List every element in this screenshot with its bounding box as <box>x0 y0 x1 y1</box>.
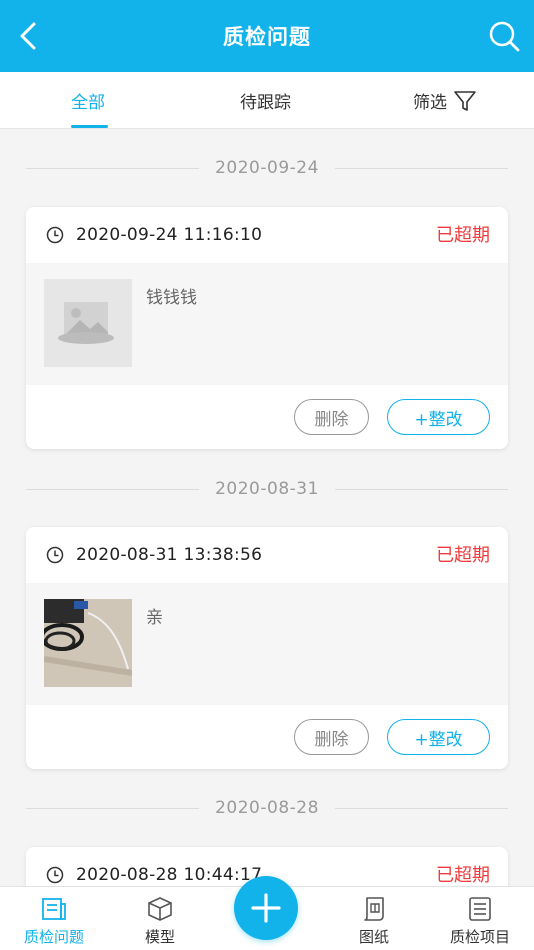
checklist-icon <box>469 897 491 921</box>
rectify-button[interactable]: +整改 <box>387 719 490 755</box>
issue-time: 2020-08-28 10:44:17 <box>76 865 263 885</box>
date-separator: 2020-08-31 <box>26 477 509 501</box>
add-issue-button[interactable] <box>234 876 298 940</box>
issue-time: 2020-08-31 13:38:56 <box>76 545 263 565</box>
clock-icon <box>46 546 64 564</box>
divider <box>26 167 200 169</box>
chevron-left-icon[interactable] <box>14 18 44 54</box>
nav-label: 质检问题 <box>23 928 84 946</box>
issue-description: 钱钱钱 <box>146 288 197 308</box>
nav-item-quality-projects[interactable]: 质检项目 <box>430 887 530 950</box>
issue-time: 2020-09-24 11:16:10 <box>76 225 263 245</box>
drawing-scroll-icon <box>364 897 384 921</box>
issue-card[interactable]: 2020-08-31 13:38:56 已超期 亲 删除 +整改 <box>26 527 508 769</box>
clock-icon <box>46 226 64 244</box>
nav-label: 模型 <box>144 928 175 946</box>
active-tab-indicator <box>71 125 108 128</box>
nav-item-model[interactable]: 模型 <box>110 887 210 950</box>
photo-cables <box>44 599 132 687</box>
app-header: 质检问题 <box>0 0 534 72</box>
nav-label: 图纸 <box>358 928 389 946</box>
divider <box>26 488 200 490</box>
status-badge: 已超期 <box>436 225 490 246</box>
group-date: 2020-08-28 <box>215 798 319 818</box>
search-icon[interactable] <box>486 18 522 54</box>
date-separator: 2020-09-24 <box>26 156 509 180</box>
delete-button[interactable]: 删除 <box>294 399 369 435</box>
tab-filter-label: 筛选 <box>413 93 447 113</box>
status-badge: 已超期 <box>436 865 490 886</box>
card-body: 钱钱钱 <box>26 263 508 385</box>
group-date: 2020-08-31 <box>215 479 319 499</box>
issue-card[interactable]: 2020-09-24 11:16:10 已超期 钱钱钱 删除 +整改 <box>26 207 508 449</box>
plus-icon <box>251 893 281 923</box>
issue-photo[interactable] <box>44 599 132 687</box>
image-placeholder-icon[interactable] <box>44 279 132 367</box>
card-actions: 删除 +整改 <box>26 705 508 769</box>
tab-pending[interactable]: 待跟踪 <box>240 72 291 129</box>
group-date: 2020-09-24 <box>215 158 319 178</box>
card-body: 亲 <box>26 583 508 705</box>
divider <box>334 807 509 809</box>
date-separator: 2020-08-28 <box>26 796 509 820</box>
tab-bar: 全部 待跟踪 筛选 <box>0 72 534 129</box>
card-header: 2020-08-31 13:38:56 已超期 <box>26 527 508 583</box>
divider <box>26 807 200 809</box>
page-title: 质检问题 <box>223 25 311 49</box>
cube-icon <box>148 897 172 921</box>
tab-all[interactable]: 全部 <box>71 72 105 129</box>
issue-description: 亲 <box>146 608 163 628</box>
tab-pending-label: 待跟踪 <box>240 93 291 113</box>
divider <box>334 488 509 490</box>
status-badge: 已超期 <box>436 545 490 566</box>
divider <box>334 167 509 169</box>
clock-icon <box>46 866 64 884</box>
rectify-button[interactable]: +整改 <box>387 399 490 435</box>
tab-all-label: 全部 <box>71 93 105 113</box>
card-actions: 删除 +整改 <box>26 385 508 449</box>
nav-item-quality-issues[interactable]: 质检问题 <box>4 887 104 950</box>
document-list-icon <box>42 898 66 920</box>
image-placeholder-icon <box>58 302 114 344</box>
card-header: 2020-09-24 11:16:10 已超期 <box>26 207 508 263</box>
nav-label: 质检项目 <box>449 928 510 946</box>
filter-icon <box>454 90 476 111</box>
tab-filter[interactable]: 筛选 <box>413 72 477 129</box>
delete-button[interactable]: 删除 <box>294 719 369 755</box>
nav-item-drawings[interactable]: 图纸 <box>324 887 424 950</box>
